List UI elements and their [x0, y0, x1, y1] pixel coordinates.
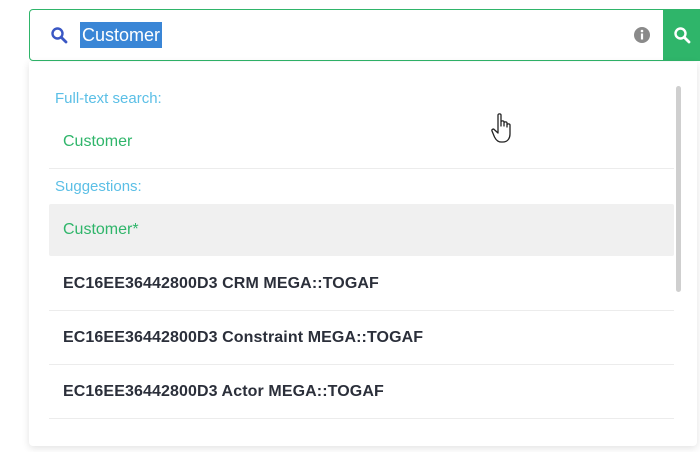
fulltext-section-label: Full-text search:: [55, 90, 162, 107]
suggestion-item[interactable]: EC16EE36442800D3 CRM MEGA::TOGAF: [49, 258, 674, 310]
dropdown-scrollbar[interactable]: [676, 86, 681, 292]
search-button[interactable]: [663, 9, 700, 61]
divider: [49, 168, 674, 169]
suggestion-item[interactable]: EC16EE36442800D3 Actor MEGA::TOGAF: [49, 366, 674, 418]
info-icon[interactable]: [633, 26, 651, 44]
divider: [49, 364, 674, 365]
divider: [49, 418, 674, 419]
divider: [49, 310, 674, 311]
fulltext-item[interactable]: Customer: [49, 116, 674, 168]
search-icon: [51, 27, 68, 44]
hand-cursor-icon: [491, 113, 511, 143]
suggestions-section-label: Suggestions:: [55, 178, 142, 195]
suggestion-item[interactable]: EC16EE36442800D3 Constraint MEGA::TOGAF: [49, 312, 674, 364]
search-button-icon: [674, 27, 691, 44]
search-input[interactable]: Customer: [80, 22, 163, 48]
suggestion-item[interactable]: Customer*: [49, 204, 674, 256]
